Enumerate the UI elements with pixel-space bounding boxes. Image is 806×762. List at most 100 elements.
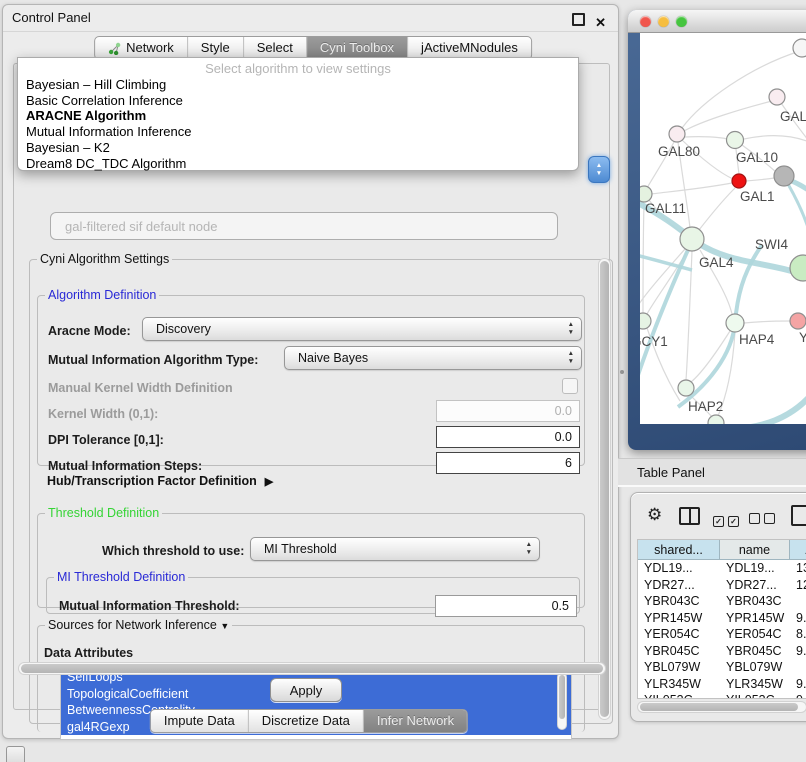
kernel-width-field[interactable]: 0.0 — [436, 400, 580, 422]
mi-threshold-group-title: MI Threshold Definition — [54, 570, 188, 584]
network-window-titlebar — [628, 10, 806, 33]
bottom-tab-bar: Impute DataDiscretize DataInfer Network — [150, 709, 468, 733]
float-icon[interactable] — [572, 13, 585, 26]
dpi-tolerance-field[interactable]: 0.0 — [436, 426, 580, 448]
algorithm-option-mutual-information-inference[interactable]: Mutual Information Inference — [18, 124, 578, 140]
table-row[interactable]: YIL053CYIL053C9. — [638, 692, 806, 699]
kernel-width-label: Kernel Width (0,1): — [48, 407, 158, 421]
network-node[interactable] — [793, 39, 806, 57]
table-row[interactable]: YDL19...YDL19...13 — [638, 560, 806, 577]
table-row[interactable]: YLR345WYLR345W9. — [638, 676, 806, 693]
network-node-gal1[interactable] — [732, 174, 746, 188]
network-node[interactable] — [774, 166, 794, 186]
minimize-traffic-light[interactable] — [658, 16, 669, 27]
which-threshold-select[interactable]: MI Threshold ▲▼ — [250, 537, 540, 561]
network-table-select[interactable]: gal-filtered sif default node — [50, 212, 558, 240]
table-cell: YBR043C — [638, 593, 720, 610]
table-row[interactable]: YPR145WYPR145W9. — [638, 610, 806, 627]
settings-vscrollbar[interactable] — [598, 258, 611, 720]
table-cell: YPR145W — [720, 610, 790, 627]
mi-threshold-field[interactable]: 0.5 — [435, 595, 577, 617]
table-body: YDL19...YDL19...13YDR27...YDR27...12YBR0… — [638, 560, 806, 699]
network-node-gal4[interactable] — [680, 227, 704, 251]
mi-threshold-value: 0.5 — [552, 599, 569, 613]
control-panel-titlebar: Control Panel ✕ — [3, 5, 618, 32]
split-divider-handle[interactable] — [620, 370, 624, 374]
table-cell: YER054C — [638, 626, 720, 643]
network-node-label: GAL11 — [645, 201, 686, 216]
kernel-width-value: 0.0 — [555, 404, 572, 418]
algorithm-select-arrows[interactable]: ▲ ▼ — [588, 156, 610, 183]
tab-infer-network[interactable]: Infer Network — [364, 710, 467, 732]
algorithm-dropdown-items: Bayesian – Hill ClimbingBasic Correlatio… — [18, 77, 578, 171]
algorithm-dropdown: Select algorithm to view settings Bayesi… — [17, 57, 579, 171]
network-node-hap4[interactable] — [726, 314, 744, 332]
table-cell: 13 — [790, 560, 806, 577]
columns-icon[interactable] — [679, 507, 700, 525]
table-cell: YPR145W — [638, 610, 720, 627]
deselect-all-checks-icon[interactable] — [749, 511, 779, 529]
screen: Control Panel ✕ NetworkStyleSelectCyni T… — [0, 0, 806, 762]
table-cell — [790, 659, 806, 676]
network-node[interactable] — [708, 415, 724, 424]
dock-panel-icon[interactable] — [6, 746, 25, 762]
tab-style[interactable]: Style — [188, 37, 244, 59]
close-icon[interactable]: ✕ — [595, 10, 606, 36]
table-row[interactable]: YDR27...YDR27...12 — [638, 577, 806, 594]
tab-impute-data[interactable]: Impute Data — [151, 710, 249, 732]
tab-select[interactable]: Select — [244, 37, 307, 59]
table-cell: 12 — [790, 577, 806, 594]
aracne-mode-select[interactable]: Discovery ▲▼ — [142, 317, 582, 341]
tab-jactivemnodules[interactable]: jActiveMNodules — [408, 37, 531, 59]
sources-title[interactable]: Sources for Network Inference ▼ — [45, 618, 232, 632]
network-node-gal11[interactable] — [640, 186, 652, 202]
settings-hscrollbar[interactable] — [18, 662, 606, 675]
algorithm-option-aracne-algorithm[interactable]: ARACNE Algorithm — [18, 108, 578, 124]
zoom-traffic-light[interactable] — [676, 16, 687, 27]
algorithm-option-dream8-dc-tdc-algorithm[interactable]: Dream8 DC_TDC Algorithm — [18, 156, 578, 172]
algorithm-option-basic-correlation-inference[interactable]: Basic Correlation Inference — [18, 93, 578, 109]
spinner-icons: ▲▼ — [568, 321, 574, 337]
network-node-gal[interactable] — [769, 89, 785, 105]
table-hscrollbar[interactable] — [637, 701, 806, 713]
close-traffic-light[interactable] — [640, 16, 651, 27]
column-header-name[interactable]: name — [720, 540, 790, 560]
algorithm-option-bayesian-hill-climbing[interactable]: Bayesian – Hill Climbing — [18, 77, 578, 93]
network-node-gal10[interactable] — [727, 132, 744, 149]
table-row[interactable]: YBR043CYBR043C — [638, 593, 806, 610]
network-graph: GALGAL80GAL10GAL1GAL11GAL4SWI4HAP4YGCY1H… — [640, 33, 806, 424]
network-node-gal80[interactable] — [669, 126, 685, 142]
column-header-shared[interactable]: shared... — [638, 540, 720, 560]
attributes-scrollbar[interactable] — [557, 672, 567, 730]
tab-network[interactable]: Network — [95, 37, 188, 59]
mi-algorithm-type-label: Mutual Information Algorithm Type: — [48, 353, 258, 367]
new-table-icon[interactable] — [791, 505, 806, 526]
gear-icon[interactable]: ⚙ — [647, 505, 662, 525]
network-node-swi4[interactable] — [790, 255, 806, 281]
network-node-gcy1[interactable] — [640, 313, 651, 329]
apply-button-label: Apply — [290, 683, 323, 698]
table-cell: YBR045C — [720, 643, 790, 660]
cyni-algorithm-settings-group: Cyni Algorithm Settings Algorithm Defini… — [29, 252, 613, 724]
manual-kernel-checkbox[interactable] — [562, 378, 578, 394]
tab-discretize-data[interactable]: Discretize Data — [249, 710, 364, 732]
table-row[interactable]: YER054CYER054C8. — [638, 626, 806, 643]
apply-button[interactable]: Apply — [270, 678, 342, 702]
table-cell: YER054C — [720, 626, 790, 643]
network-node-y[interactable] — [790, 313, 806, 329]
table-row[interactable]: YBL079WYBL079W — [638, 659, 806, 676]
network-canvas[interactable]: GALGAL80GAL10GAL1GAL11GAL4SWI4HAP4YGCY1H… — [640, 33, 806, 424]
select-all-checks-icon[interactable]: ✓✓ — [713, 511, 743, 529]
control-panel-title: Control Panel — [12, 10, 91, 25]
algorithm-option-bayesian-k2[interactable]: Bayesian – K2 — [18, 140, 578, 156]
table-cell: YDL19... — [720, 560, 790, 577]
hub-definition-toggle[interactable]: Hub/Transcription Factor Definition ▶ — [47, 474, 273, 488]
mi-steps-field[interactable]: 6 — [436, 452, 580, 474]
network-node-hap2[interactable] — [678, 380, 694, 396]
mi-algorithm-type-select[interactable]: Naive Bayes ▲▼ — [284, 346, 582, 370]
tab-cyni-toolbox[interactable]: Cyni Toolbox — [307, 37, 408, 59]
spinner-up-icon: ▲ — [596, 162, 602, 170]
table-row[interactable]: YBR045CYBR045C9. — [638, 643, 806, 660]
column-header-a[interactable]: A — [790, 540, 806, 560]
table-cell: YBL079W — [638, 659, 720, 676]
